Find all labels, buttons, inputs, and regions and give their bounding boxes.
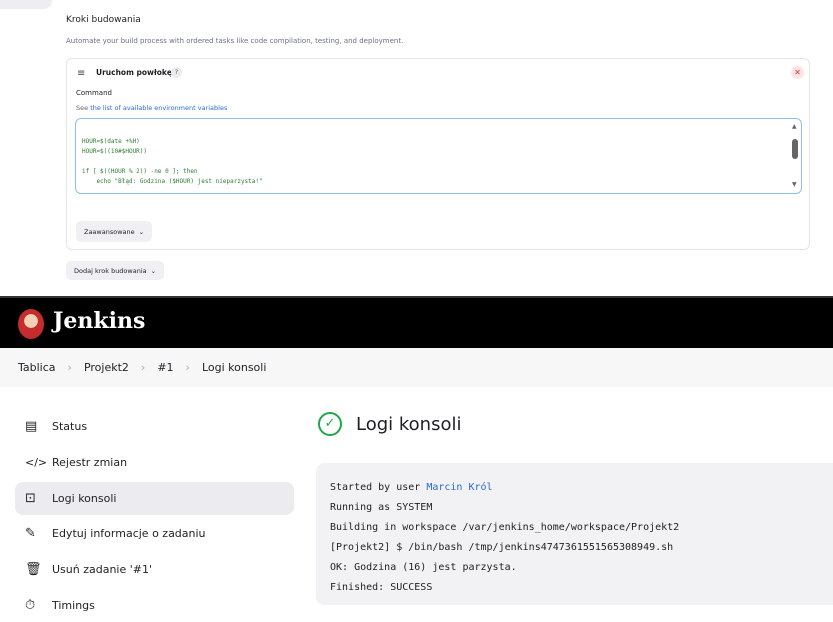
command-textarea[interactable]: HOUR=$(date +%H) HOUR=$((10#$HOUR)) if […: [75, 118, 802, 194]
help-icon[interactable]: ?: [171, 67, 182, 78]
edit-icon: ✎: [25, 526, 36, 541]
sidebar-item-label: Usuń zadanie '#1': [52, 563, 153, 576]
section-title: Kroki budowania: [66, 15, 141, 25]
add-step-label: Dodaj krok budowania: [74, 266, 147, 275]
step-title: Uruchom powłokę: [96, 68, 172, 77]
breadcrumb-item[interactable]: Logi konsoli: [202, 361, 266, 374]
add-build-step-button[interactable]: Dodaj krok budowania ⌄: [66, 261, 165, 280]
section-description: Automate your build process with ordered…: [66, 37, 404, 45]
link-prefix: See: [76, 104, 91, 112]
sidebar-item-label: Logi konsoli: [52, 492, 117, 505]
sidebar-item-edit[interactable]: ✎ Edytuj informacje o zadaniu: [15, 517, 294, 550]
drag-handle-icon[interactable]: ≡: [77, 68, 85, 79]
advanced-label: Zaawansowane: [84, 227, 135, 236]
env-vars-link[interactable]: the list of available environment variab…: [90, 104, 227, 112]
breadcrumb-item[interactable]: Projekt2: [84, 361, 129, 374]
env-vars-hint: See the list of available environment va…: [76, 104, 227, 112]
console-line: Finished: SUCCESS: [330, 582, 433, 593]
sidebar-item-changes[interactable]: </> Rejestr zmian: [15, 446, 294, 479]
sidebar-item-timings[interactable]: ⏱ Timings: [15, 589, 294, 622]
console-started: Started by user: [330, 482, 427, 493]
page-title: Logi konsoli: [356, 413, 462, 435]
sidebar-item-label: Rejestr zmian: [52, 456, 128, 469]
close-icon[interactable]: ✕: [791, 66, 804, 79]
terminal-icon: ⊡: [25, 491, 36, 506]
chevron-right-icon: ›: [67, 361, 72, 374]
jenkins-header: Jenkins: [0, 296, 833, 348]
top-left-tab: [0, 0, 52, 9]
success-check-icon: ✓: [318, 412, 342, 436]
chevron-right-icon: ›: [185, 361, 190, 374]
jenkins-brand[interactable]: Jenkins: [53, 308, 145, 334]
trash-icon: 🗑: [25, 562, 42, 577]
console-line: OK: Godzina (16) jest parzysta.: [330, 562, 517, 573]
breadcrumb-item[interactable]: Tablica: [18, 361, 56, 374]
sidebar-item-console[interactable]: ⊡ Logi konsoli: [15, 482, 294, 515]
command-code: HOUR=$(date +%H) HOUR=$((10#$HOUR)) if […: [82, 138, 263, 185]
console-line: [Projekt2] $ /bin/bash /tmp/jenkins47473…: [330, 542, 674, 553]
chevron-down-icon: ⌄: [138, 227, 145, 236]
sidebar-item-label: Edytuj informacje o zadaniu: [52, 527, 206, 540]
advanced-button[interactable]: Zaawansowane ⌄: [76, 221, 153, 242]
document-icon: ▤: [25, 419, 38, 434]
code-icon: </>: [25, 456, 48, 469]
console-output: Started by user Marcin Król Running as S…: [316, 463, 833, 605]
sidebar-item-status[interactable]: ▤ Status: [15, 410, 294, 443]
jenkins-logo-icon[interactable]: [18, 309, 44, 339]
console-line: Building in workspace /var/jenkins_home/…: [330, 522, 680, 533]
scrollbar[interactable]: ▲ ▼: [791, 123, 799, 189]
chevron-right-icon: ›: [140, 361, 146, 374]
sidebar-item-label: Status: [52, 420, 88, 433]
timer-icon: ⏱: [25, 598, 36, 613]
user-link[interactable]: Marcin Król: [426, 482, 492, 493]
page-header: ✓ Logi konsoli: [318, 412, 461, 436]
chevron-down-icon: ⌄: [150, 266, 157, 275]
sidebar-item-label: Timings: [52, 599, 95, 612]
console-line: Running as SYSTEM: [330, 502, 433, 513]
breadcrumb: Tablica › Projekt2 › #1 › Logi konsoli: [0, 348, 833, 387]
build-step-card: ≡ Uruchom powłokę ? ✕ Command See the li…: [66, 58, 810, 250]
command-label: Command: [76, 89, 112, 97]
breadcrumb-item[interactable]: #1: [157, 361, 173, 374]
sidebar-item-delete[interactable]: 🗑 Usuń zadanie '#1': [15, 553, 294, 586]
